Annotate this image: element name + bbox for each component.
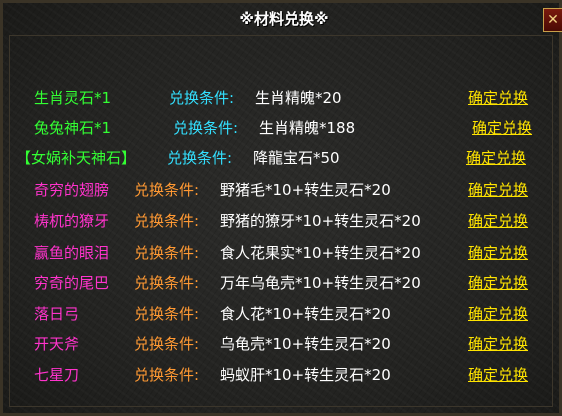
- exchange-row: 奇穷的翅膀 兑换条件: 野猪毛*10+转生灵石*20 确定兑换: [3, 179, 562, 205]
- confirm-exchange-button[interactable]: 确定兑换: [468, 333, 528, 355]
- confirm-exchange-button[interactable]: 确定兑换: [468, 87, 528, 109]
- confirm-exchange-button[interactable]: 确定兑换: [468, 210, 528, 232]
- condition-value: 野猪的獠牙*10+转生灵石*20: [220, 212, 421, 230]
- item-name: 落日弓: [34, 305, 80, 323]
- exchange-panel: ※材料兑换※ ✕ 生肖灵石*1 兑换条件: 生肖精魄*20 确定兑换 兔兔神石*…: [0, 0, 562, 416]
- item-name: 生肖灵石*1: [34, 89, 112, 107]
- confirm-exchange-button[interactable]: 确定兑换: [472, 117, 532, 139]
- confirm-exchange-button[interactable]: 确定兑换: [466, 147, 526, 169]
- item-name: 开天斧: [34, 335, 80, 353]
- condition-label: 兑换条件:: [134, 181, 200, 199]
- condition-value: 乌龟壳*10+转生灵石*20: [220, 335, 391, 353]
- close-button[interactable]: ✕: [543, 8, 562, 32]
- confirm-exchange-button[interactable]: 确定兑换: [468, 179, 528, 201]
- exchange-row: 赢鱼的眼泪 兑换条件: 食人花果实*10+转生灵石*20 确定兑换: [3, 242, 562, 268]
- condition-value: 野猪毛*10+转生灵石*20: [220, 181, 391, 199]
- item-name: 【女娲补天神石】: [16, 149, 137, 167]
- condition-label: 兑换条件:: [134, 274, 200, 292]
- exchange-row: 兔兔神石*1 兑换条件: 生肖精魄*188 确定兑换: [3, 117, 562, 143]
- condition-label: 兑换条件:: [173, 119, 239, 137]
- condition-label: 兑换条件:: [134, 305, 200, 323]
- confirm-exchange-button[interactable]: 确定兑换: [468, 364, 528, 386]
- exchange-row: 穷奇的尾巴 兑换条件: 万年乌龟壳*10+转生灵石*20 确定兑换: [3, 272, 562, 298]
- item-name: 奇穷的翅膀: [34, 181, 110, 199]
- panel-title: ※材料兑换※: [239, 10, 329, 28]
- condition-value: 生肖精魄*188: [259, 119, 356, 137]
- condition-label: 兑换条件:: [134, 335, 200, 353]
- exchange-row: 开天斧 兑换条件: 乌龟壳*10+转生灵石*20 确定兑换: [3, 333, 562, 359]
- condition-value: 万年乌龟壳*10+转生灵石*20: [220, 274, 421, 292]
- exchange-row: 梼杌的獠牙 兑换条件: 野猪的獠牙*10+转生灵石*20 确定兑换: [3, 210, 562, 236]
- exchange-row: 生肖灵石*1 兑换条件: 生肖精魄*20 确定兑换: [3, 87, 562, 113]
- condition-value: 食人花果实*10+转生灵石*20: [220, 244, 421, 262]
- condition-value: 降龍宝石*50: [253, 149, 340, 167]
- item-name: 梼杌的獠牙: [34, 212, 110, 230]
- condition-value: 生肖精魄*20: [255, 89, 342, 107]
- title-bar: ※材料兑换※ ✕: [3, 3, 562, 33]
- item-name: 赢鱼的眼泪: [34, 244, 110, 262]
- condition-label: 兑换条件:: [169, 89, 235, 107]
- condition-label: 兑换条件:: [167, 149, 233, 167]
- condition-label: 兑换条件:: [134, 366, 200, 384]
- condition-value: 食人花*10+转生灵石*20: [220, 305, 391, 323]
- item-name: 兔兔神石*1: [34, 119, 112, 137]
- close-icon: ✕: [547, 12, 559, 28]
- confirm-exchange-button[interactable]: 确定兑换: [468, 272, 528, 294]
- confirm-exchange-button[interactable]: 确定兑换: [468, 242, 528, 264]
- item-name: 穷奇的尾巴: [34, 274, 110, 292]
- exchange-row: 【女娲补天神石】 兑换条件: 降龍宝石*50 确定兑换: [3, 147, 562, 173]
- confirm-exchange-button[interactable]: 确定兑换: [468, 303, 528, 325]
- exchange-row: 七星刀 兑换条件: 蚂蚁肝*10+转生灵石*20 确定兑换: [3, 364, 562, 390]
- condition-label: 兑换条件:: [134, 212, 200, 230]
- item-name: 七星刀: [34, 366, 80, 384]
- condition-value: 蚂蚁肝*10+转生灵石*20: [220, 366, 391, 384]
- condition-label: 兑换条件:: [134, 244, 200, 262]
- exchange-row: 落日弓 兑换条件: 食人花*10+转生灵石*20 确定兑换: [3, 303, 562, 329]
